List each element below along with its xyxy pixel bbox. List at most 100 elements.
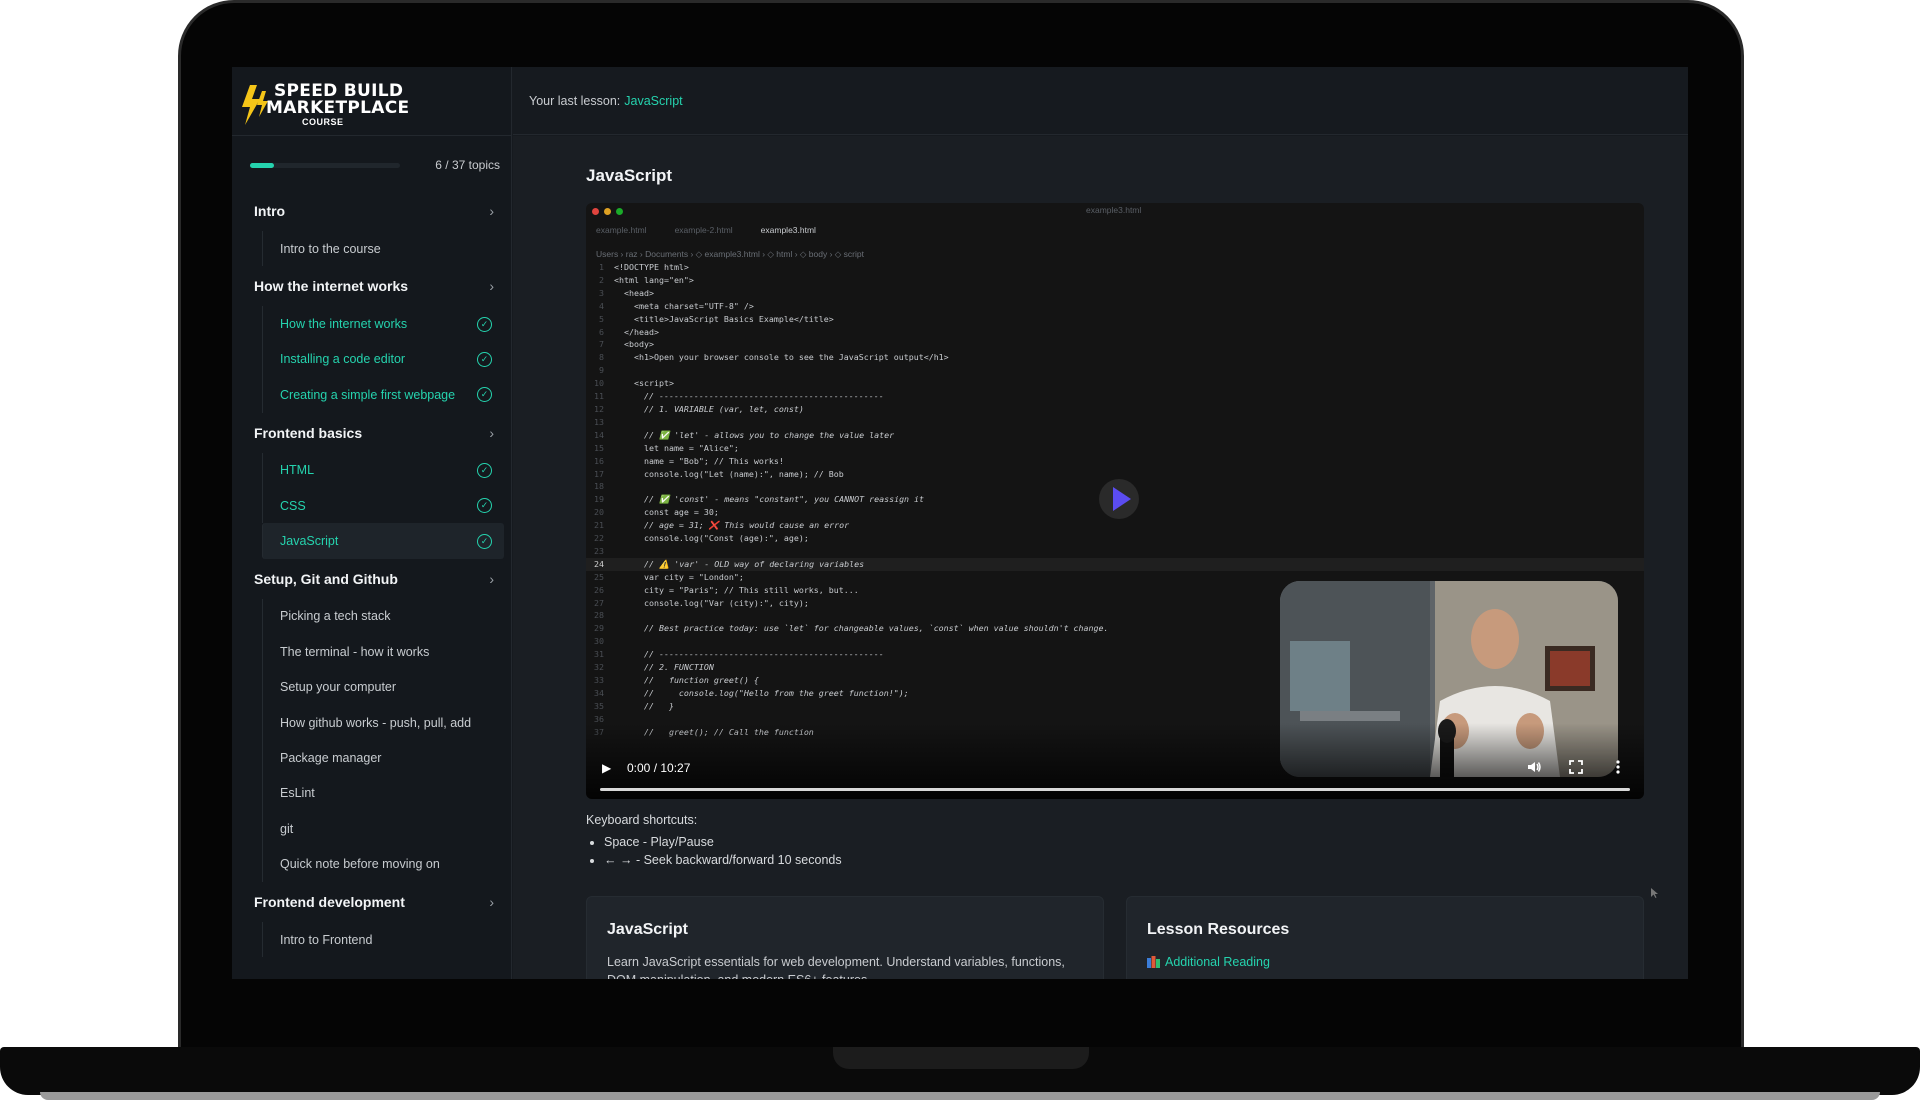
- lesson-item[interactable]: CSS ✓: [262, 487, 504, 524]
- section-title: Intro: [254, 203, 286, 219]
- code-line: 21 // age = 31; ❌ This would cause an er…: [586, 519, 1644, 532]
- code-line: 2 <html lang="en">: [586, 274, 1644, 287]
- line-number: 2: [599, 274, 604, 285]
- section-header[interactable]: Frontend basics ›: [250, 413, 504, 453]
- lesson-item[interactable]: Quick note before moving on: [262, 846, 504, 882]
- section-title: Setup, Git and Github: [254, 570, 398, 587]
- lesson-item[interactable]: Setup your computer: [262, 669, 504, 705]
- lesson-item[interactable]: The terminal - how it works: [262, 634, 504, 670]
- chevron-right-icon: ›: [489, 570, 494, 587]
- lesson-item[interactable]: EsLint: [262, 775, 504, 812]
- line-text: // 2. FUNCTION: [614, 662, 714, 673]
- code-line: 13: [586, 416, 1644, 429]
- code-line: 22 console.log("Const (age):", age);: [586, 532, 1644, 545]
- line-number: 29: [594, 623, 604, 634]
- check-circle-icon: ✓: [477, 316, 492, 332]
- line-number: 27: [594, 597, 604, 608]
- fullscreen-icon[interactable]: [1568, 759, 1584, 775]
- lesson-item-label: How the internet works: [280, 317, 408, 332]
- progress-fill: [250, 162, 275, 168]
- video-player[interactable]: example3.html example.html example-2.html…: [586, 203, 1644, 799]
- line-number: 11: [594, 391, 604, 402]
- line-text: <html lang="en">: [614, 274, 694, 285]
- line-number: 16: [594, 455, 604, 466]
- line-number: 10: [594, 378, 604, 389]
- lesson-item[interactable]: Picking a tech stack: [262, 598, 504, 635]
- line-number: 3: [599, 287, 604, 298]
- code-line: 24 // ⚠️ 'var' - OLD way of declaring va…: [586, 557, 1644, 571]
- editor-tab: example-2.html: [674, 225, 733, 235]
- line-text: // -------------------------------------…: [614, 391, 884, 402]
- lesson-item[interactable]: Installing a code editor ✓: [262, 341, 504, 378]
- lesson-item[interactable]: How the internet works ✓: [262, 306, 504, 342]
- lesson-item-label: Package manager: [280, 750, 382, 765]
- lesson-item-label: Intro to Frontend: [280, 932, 373, 947]
- line-number: 20: [594, 507, 604, 518]
- code-line: 7 <body>: [586, 338, 1644, 351]
- line-number: 18: [594, 481, 604, 492]
- play-overlay-button[interactable]: [1099, 479, 1139, 519]
- lesson-item-label: How github works - push, pull, add: [280, 715, 472, 730]
- more-options-icon[interactable]: [1610, 759, 1626, 775]
- play-icon: [1113, 487, 1131, 511]
- line-text: city = "Paris"; // This still works, but…: [614, 584, 859, 595]
- section-title: Frontend development: [254, 893, 405, 910]
- lesson-item[interactable]: HTML ✓: [262, 452, 504, 488]
- line-text: <body>: [614, 339, 654, 350]
- lesson-item-label: git: [280, 821, 294, 836]
- section-header[interactable]: How the internet works ›: [250, 266, 504, 306]
- maximize-dot-icon: [616, 208, 623, 215]
- video-time: 0:00 / 10:27: [627, 761, 691, 775]
- line-text: // ✅ 'let' - allows you to change the va…: [614, 429, 895, 440]
- code-line: 1 <!DOCTYPE html>: [586, 261, 1644, 274]
- close-dot-icon: [592, 208, 599, 215]
- lesson-item[interactable]: How github works - push, pull, add: [262, 704, 504, 741]
- section-title: Frontend basics: [254, 424, 363, 441]
- line-text: <script>: [614, 378, 674, 389]
- books-icon: [1147, 956, 1160, 968]
- line-number: 14: [594, 429, 604, 440]
- volume-icon[interactable]: [1526, 759, 1542, 775]
- section-header[interactable]: Setup, Git and Github ›: [250, 559, 504, 599]
- video-progress-bar[interactable]: [600, 788, 1630, 791]
- code-line: 15 let name = "Alice";: [586, 442, 1644, 455]
- shortcut-item: Space - Play/Pause: [604, 833, 842, 851]
- check-circle-icon: ✓: [477, 533, 492, 549]
- logo-text: SPEED BUILD MARKETPLACE COURSE: [266, 83, 409, 127]
- code-line: 12 // 1. VARIABLE (var, let, const): [586, 403, 1644, 416]
- line-number: 31: [594, 649, 604, 660]
- code-line: 16 name = "Bob"; // This works!: [586, 455, 1644, 468]
- lesson-item[interactable]: Package manager: [262, 740, 504, 776]
- line-number: 17: [594, 468, 604, 479]
- chevron-right-icon: ›: [489, 278, 494, 295]
- line-text: // ✅ 'const' - means "constant", you CAN…: [614, 494, 925, 505]
- laptop-notch: [833, 1047, 1089, 1069]
- lesson-info-card: JavaScript Learn JavaScript essentials f…: [586, 896, 1104, 979]
- lesson-title: JavaScript: [586, 166, 672, 185]
- sidebar-divider: [232, 135, 512, 136]
- additional-reading-link[interactable]: Additional Reading: [1147, 955, 1270, 969]
- lesson-item-label: JavaScript: [280, 534, 339, 549]
- code-line: 14 // ✅ 'let' - allows you to change the…: [586, 429, 1644, 442]
- editor-tab: example.html: [596, 225, 647, 235]
- line-number: 26: [594, 584, 604, 595]
- screen: SPEED BUILD MARKETPLACE COURSE 6 / 37 to…: [232, 67, 1688, 979]
- last-lesson-link[interactable]: JavaScript: [624, 94, 682, 108]
- course-logo[interactable]: SPEED BUILD MARKETPLACE COURSE: [240, 73, 510, 137]
- lesson-card-title: JavaScript: [607, 921, 688, 938]
- sidebar: SPEED BUILD MARKETPLACE COURSE 6 / 37 to…: [232, 67, 512, 979]
- section-header[interactable]: Intro ›: [250, 191, 504, 231]
- lesson-item-label: Creating a simple first webpage: [280, 387, 456, 402]
- line-text: <h1>Open your browser console to see the…: [614, 352, 949, 363]
- lesson-item[interactable]: Creating a simple first webpage ✓: [262, 377, 504, 413]
- lesson-item[interactable]: git: [262, 811, 504, 847]
- code-line: 4 <meta charset="UTF-8" />: [586, 300, 1644, 313]
- lesson-item[interactable]: Intro to the course: [262, 231, 504, 267]
- section-header[interactable]: Frontend development ›: [250, 882, 504, 922]
- lesson-item[interactable]: Intro to Frontend: [262, 921, 504, 958]
- line-number: 23: [594, 545, 604, 556]
- last-lesson-bar: Your last lesson: JavaScript: [513, 67, 1688, 135]
- play-button[interactable]: ▶: [602, 761, 611, 775]
- lesson-item[interactable]: JavaScript ✓: [262, 523, 504, 559]
- code-line: 8 <h1>Open your browser console to see t…: [586, 351, 1644, 364]
